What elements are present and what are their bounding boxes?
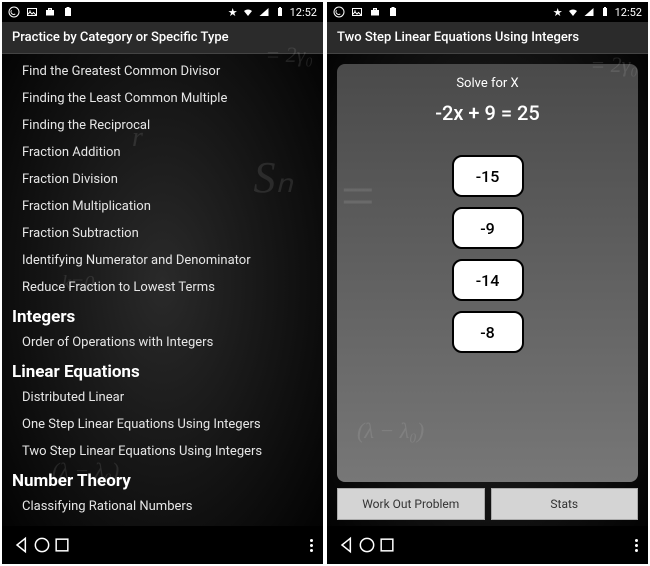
category-list[interactable]: Find the Greatest Common Divisor Finding…	[2, 54, 323, 526]
work-out-problem-button[interactable]: Work Out Problem	[337, 488, 485, 520]
clipboard-icon	[387, 6, 399, 18]
list-item[interactable]: Identifying Numerator and Denominator	[2, 247, 323, 274]
nav-back-icon[interactable]	[337, 535, 357, 555]
category-integers[interactable]: Integers	[2, 301, 323, 329]
briefcase-icon	[44, 6, 56, 18]
whatsapp-icon	[333, 6, 345, 18]
problem-card: Solve for X -2x + 9 = 25 -15 -9 -14 -8	[337, 64, 638, 482]
equation-text: -2x + 9 = 25	[435, 101, 540, 125]
nav-menu-icon[interactable]	[635, 539, 638, 552]
signal-icon	[583, 6, 595, 18]
star-icon: ★	[228, 6, 238, 19]
answer-option[interactable]: -9	[452, 207, 524, 249]
clipboard-icon	[62, 6, 74, 18]
phone-left: = 2γ₀ Sₙ r k=0 (λ − λ₀) ★ 12:52 Practice…	[2, 2, 323, 564]
battery-icon	[599, 6, 611, 18]
list-item[interactable]: Find the Greatest Common Divisor	[2, 58, 323, 85]
nav-home-icon[interactable]	[357, 535, 377, 555]
nav-home-icon[interactable]	[32, 535, 52, 555]
whatsapp-icon	[8, 6, 20, 18]
list-item[interactable]: Fraction Subtraction	[2, 220, 323, 247]
answer-option[interactable]: -15	[452, 155, 524, 197]
nav-recent-icon[interactable]	[377, 535, 397, 555]
signal-icon	[258, 6, 270, 18]
list-item[interactable]: Distributed Linear	[2, 384, 323, 411]
star-icon: ★	[553, 6, 563, 19]
list-item[interactable]: Finding the Reciprocal	[2, 112, 323, 139]
list-item[interactable]: Reduce Fraction to Lowest Terms	[2, 274, 323, 301]
bottom-buttons: Work Out Problem Stats	[327, 488, 648, 526]
status-bar: ★ 12:52	[327, 2, 648, 22]
app-title: Two Step Linear Equations Using Integers	[327, 22, 648, 54]
list-item[interactable]: Order of Operations with Integers	[2, 329, 323, 356]
nav-bar	[327, 526, 648, 564]
list-item[interactable]: Classifying Rational Numbers	[2, 493, 323, 520]
nav-menu-icon[interactable]	[310, 539, 313, 552]
list-item[interactable]: Two Step Linear Equations Using Integers	[2, 438, 323, 465]
app-title: Practice by Category or Specific Type	[2, 22, 323, 54]
answers-group: -15 -9 -14 -8	[452, 155, 524, 353]
list-item[interactable]: One Step Linear Equations Using Integers	[2, 411, 323, 438]
list-item[interactable]: Fraction Addition	[2, 139, 323, 166]
category-linear-equations[interactable]: Linear Equations	[2, 356, 323, 384]
image-icon	[26, 6, 38, 18]
nav-back-icon[interactable]	[12, 535, 32, 555]
wifi-icon	[567, 6, 579, 18]
answer-option[interactable]: -8	[452, 311, 524, 353]
status-bar: ★ 12:52	[2, 2, 323, 22]
answer-option[interactable]: -14	[452, 259, 524, 301]
image-icon	[351, 6, 363, 18]
list-item[interactable]: Finding the Least Common Multiple	[2, 85, 323, 112]
stats-button[interactable]: Stats	[491, 488, 639, 520]
category-number-theory[interactable]: Number Theory	[2, 465, 323, 493]
clock-text: 12:52	[615, 6, 642, 19]
list-item[interactable]: Fraction Division	[2, 166, 323, 193]
prompt-text: Solve for X	[456, 76, 518, 91]
nav-recent-icon[interactable]	[52, 535, 72, 555]
battery-icon	[274, 6, 286, 18]
briefcase-icon	[369, 6, 381, 18]
clock-text: 12:52	[290, 6, 317, 19]
wifi-icon	[242, 6, 254, 18]
nav-bar	[2, 526, 323, 564]
list-item[interactable]: Fraction Multiplication	[2, 193, 323, 220]
phone-right: = 2γ₀ = (λ − λ₀) ★ 12:52 Two Step Linear…	[327, 2, 648, 564]
